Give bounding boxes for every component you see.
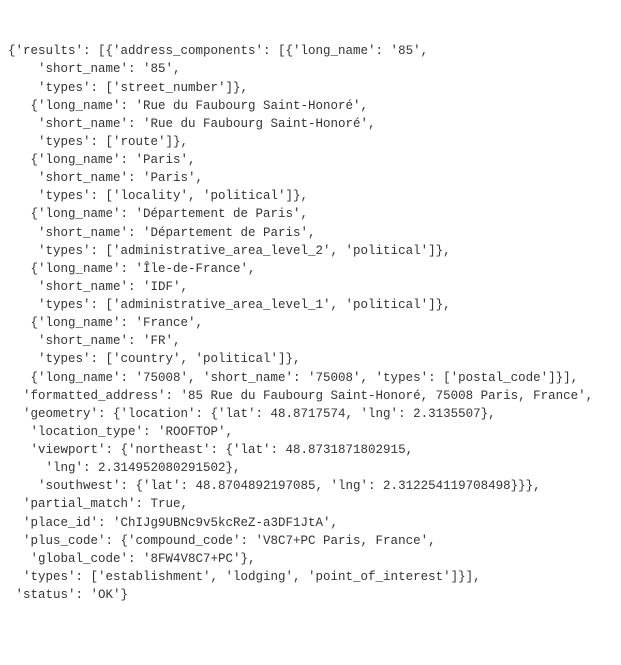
code-line: 'viewport': {'northeast': {'lat': 48.873… (8, 441, 613, 459)
code-line: 'types': ['route']}, (8, 133, 613, 151)
code-line: 'short_name': 'IDF', (8, 278, 613, 296)
code-line: 'types': ['administrative_area_level_1',… (8, 296, 613, 314)
code-line: 'global_code': '8FW4V8C7+PC'}, (8, 550, 613, 568)
code-line: {'long_name': 'Paris', (8, 151, 613, 169)
code-line: {'long_name': 'France', (8, 314, 613, 332)
code-line: {'results': [{'address_components': [{'l… (8, 42, 613, 60)
code-line: 'formatted_address': '85 Rue du Faubourg… (8, 387, 613, 405)
code-line: 'partial_match': True, (8, 495, 613, 513)
code-line: {'long_name': '75008', 'short_name': '75… (8, 369, 613, 387)
code-line: 'location_type': 'ROOFTOP', (8, 423, 613, 441)
code-line: 'status': 'OK'} (8, 586, 613, 604)
code-line: 'geometry': {'location': {'lat': 48.8717… (8, 405, 613, 423)
code-line: 'types': ['administrative_area_level_2',… (8, 242, 613, 260)
json-output: {'results': [{'address_components': [{'l… (8, 42, 613, 604)
code-line: 'short_name': 'Rue du Faubourg Saint-Hon… (8, 115, 613, 133)
code-line: 'short_name': 'FR', (8, 332, 613, 350)
code-line: 'short_name': '85', (8, 60, 613, 78)
code-line: 'types': ['establishment', 'lodging', 'p… (8, 568, 613, 586)
code-line: 'types': ['street_number']}, (8, 79, 613, 97)
code-line: 'place_id': 'ChIJg9UBNc9v5kcReZ-a3DF1JtA… (8, 514, 613, 532)
code-line: {'long_name': 'Île-de-France', (8, 260, 613, 278)
code-line: {'long_name': 'Département de Paris', (8, 205, 613, 223)
code-line: 'short_name': 'Paris', (8, 169, 613, 187)
code-line: 'plus_code': {'compound_code': 'V8C7+PC … (8, 532, 613, 550)
code-line: 'short_name': 'Département de Paris', (8, 224, 613, 242)
code-line: 'lng': 2.314952080291502}, (8, 459, 613, 477)
code-line: {'long_name': 'Rue du Faubourg Saint-Hon… (8, 97, 613, 115)
code-line: 'southwest': {'lat': 48.8704892197085, '… (8, 477, 613, 495)
code-line: 'types': ['country', 'political']}, (8, 350, 613, 368)
code-line: 'types': ['locality', 'political']}, (8, 187, 613, 205)
